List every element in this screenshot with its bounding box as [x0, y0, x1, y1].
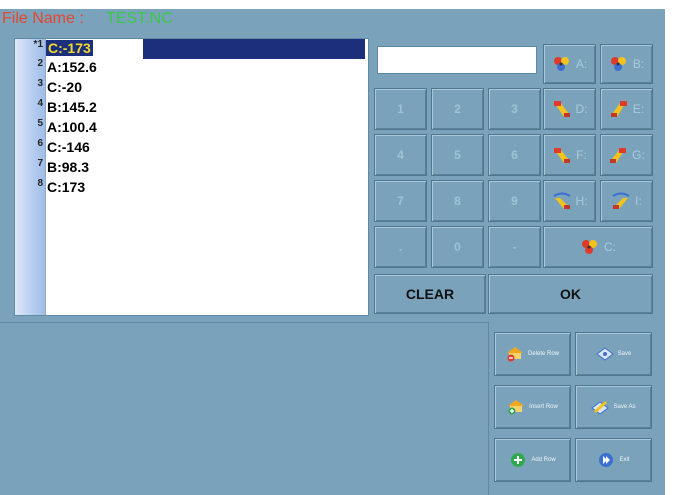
save-as-button[interactable]: Save As [575, 385, 652, 429]
program-row[interactable]: *1 C:-173 [15, 39, 368, 57]
message-area [0, 322, 488, 495]
axis-h-button[interactable]: H: [543, 180, 596, 222]
row-number: 8 [37, 178, 43, 189]
command-panel: Delete Row Save Insert Row Save As Add R… [488, 322, 665, 495]
add-row-icon [509, 452, 527, 468]
row-command: B:98.3 [47, 159, 90, 175]
digit-9-button[interactable]: 9 [488, 180, 541, 222]
teach-pendant-window: File Name : TEST.NC *1 C:-173 2 A:152.6 … [0, 0, 676, 495]
program-list[interactable]: *1 C:-173 2 A:152.6 3 C:-20 4 B:145.2 5 … [14, 38, 369, 316]
digit-5-button[interactable]: 5 [431, 134, 484, 176]
axis-b-button[interactable]: B: [600, 44, 653, 84]
file-name-bar: File Name : TEST.NC [0, 9, 665, 31]
minus-sign-button[interactable]: - [488, 226, 541, 268]
exit-button[interactable]: Exit [575, 438, 652, 482]
decimal-point-button[interactable]: . [374, 226, 427, 268]
robot-axis-g-icon [608, 146, 628, 164]
row-number: 5 [37, 118, 43, 129]
row-number: 4 [37, 98, 43, 109]
robot-axis-f-icon [552, 146, 572, 164]
save-button[interactable]: Save [575, 332, 652, 376]
row-number: 7 [37, 158, 43, 169]
clear-button[interactable]: CLEAR [374, 274, 486, 314]
row-command: C:-20 [47, 79, 83, 95]
add-row-button[interactable]: Add Row [494, 438, 571, 482]
program-row[interactable]: 2 A:152.6 [15, 58, 368, 76]
row-number: 6 [37, 138, 43, 149]
keypad-panel: A: B: 1 2 3 D: E: 4 5 6 F: G: 7 8 9 H: I… [370, 38, 658, 319]
ok-button[interactable]: OK [488, 274, 653, 314]
row-command: C:-173 [46, 40, 93, 56]
save-as-icon [591, 399, 610, 415]
robot-axis-e-icon [609, 100, 629, 118]
program-row[interactable]: 7 B:98.3 [15, 158, 368, 176]
robot-axis-h-icon [552, 192, 572, 210]
axis-d-button[interactable]: D: [543, 88, 596, 130]
robot-axis-c-icon [580, 238, 600, 256]
digit-4-button[interactable]: 4 [374, 134, 427, 176]
row-number: 3 [37, 78, 43, 89]
robot-axis-i-icon [611, 192, 631, 210]
digit-8-button[interactable]: 8 [431, 180, 484, 222]
digit-7-button[interactable]: 7 [374, 180, 427, 222]
exit-icon [597, 452, 615, 468]
value-input[interactable] [377, 46, 537, 74]
axis-e-button[interactable]: E: [600, 88, 653, 130]
file-name-value: TEST.NC [106, 10, 173, 27]
robot-axis-b-icon [609, 55, 629, 73]
axis-g-button[interactable]: G: [600, 134, 653, 176]
program-row[interactable]: 4 B:145.2 [15, 98, 368, 116]
insert-row-button[interactable]: Insert Row [494, 385, 571, 429]
program-row[interactable]: 3 C:-20 [15, 78, 368, 96]
row-command: C:173 [47, 179, 86, 195]
row-command: A:152.6 [47, 59, 97, 75]
row-command: C:-146 [47, 139, 90, 155]
robot-axis-a-icon [552, 55, 572, 73]
row-number: *1 [33, 39, 43, 50]
digit-2-button[interactable]: 2 [431, 88, 484, 130]
program-row[interactable]: 6 C:-146 [15, 138, 368, 156]
delete-row-icon [506, 346, 524, 362]
axis-f-button[interactable]: F: [543, 134, 596, 176]
program-row[interactable]: 8 C:173 [15, 178, 368, 196]
digit-3-button[interactable]: 3 [488, 88, 541, 130]
insert-row-icon [507, 399, 525, 415]
delete-row-button[interactable]: Delete Row [494, 332, 571, 376]
row-command: B:145.2 [47, 99, 97, 115]
digit-1-button[interactable]: 1 [374, 88, 427, 130]
digit-0-button[interactable]: 0 [431, 226, 484, 268]
row-command: A:100.4 [47, 119, 97, 135]
file-name-label: File Name : [2, 10, 84, 27]
save-icon [595, 346, 614, 362]
axis-a-button[interactable]: A: [543, 44, 596, 84]
digit-6-button[interactable]: 6 [488, 134, 541, 176]
axis-i-button[interactable]: I: [600, 180, 653, 222]
axis-c-button[interactable]: C: [543, 226, 653, 268]
robot-axis-d-icon [552, 100, 572, 118]
row-number: 2 [37, 58, 43, 69]
program-row[interactable]: 5 A:100.4 [15, 118, 368, 136]
